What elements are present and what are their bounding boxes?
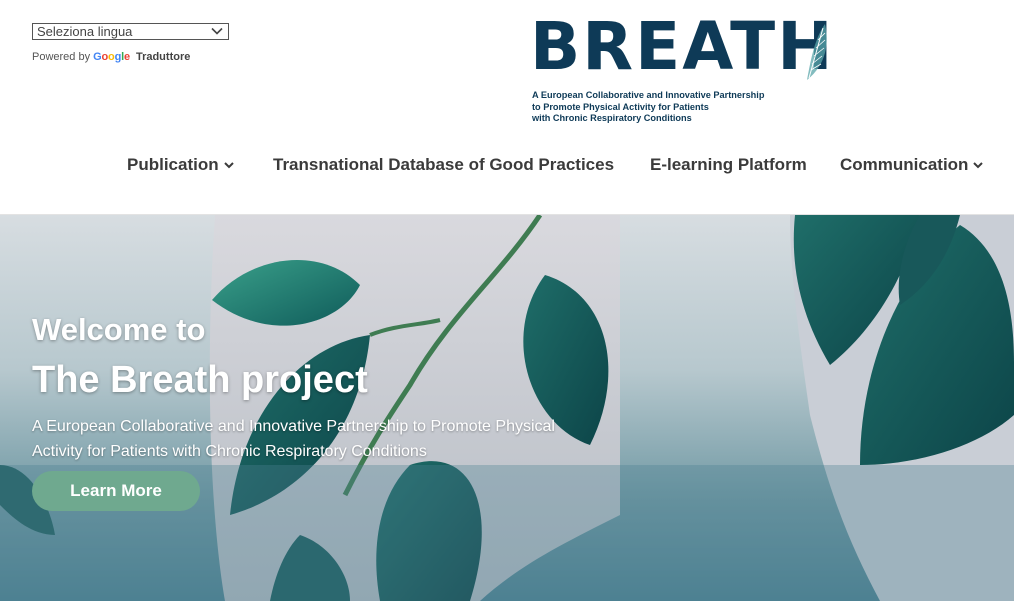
nav-item-elearning[interactable]: E-learning Platform <box>650 155 807 179</box>
powered-by-text: Powered by <box>32 51 91 63</box>
site-header: Seleziona lingua Powered by Google Tradu… <box>0 0 1014 215</box>
chevron-down-icon <box>973 162 984 169</box>
leaf-wing-icon <box>807 24 827 80</box>
language-select[interactable]: Seleziona lingua <box>32 23 229 40</box>
powered-by-google: Powered by Google Traduttore <box>32 51 190 63</box>
hero-subtitle: Welcome to <box>32 312 206 347</box>
tagline-line: to Promote Physical Activity for Patient… <box>532 101 709 112</box>
logo-tagline: A European Collaborative and Innovative … <box>532 90 792 125</box>
hero-description: A European Collaborative and Innovative … <box>32 418 555 460</box>
site-logo[interactable]: BREATH A European Collaborative and Inno… <box>530 14 832 129</box>
language-select-value: Seleziona lingua <box>37 24 133 39</box>
chevron-down-icon <box>223 162 234 169</box>
nav-item-label: Communication <box>840 155 969 174</box>
chevron-down-icon <box>211 27 223 35</box>
translate-link[interactable]: Traduttore <box>136 51 190 63</box>
nav-item-label: Publication <box>127 155 219 174</box>
hero-title: The Breath project <box>32 359 368 401</box>
tagline-line: A European Collaborative and Innovative … <box>532 90 765 100</box>
tagline-line: with Chronic Respiratory Conditions <box>532 113 692 123</box>
nav-item-communication[interactable]: Communication <box>840 155 984 179</box>
google-logo: Google <box>93 51 130 63</box>
learn-more-button[interactable]: Learn More <box>32 471 200 511</box>
logo-wordmark: BREATH <box>530 8 835 85</box>
nav-item-label: E-learning Platform <box>650 155 807 174</box>
nav-item-label: Transnational Database of Good Practices <box>273 155 615 174</box>
hero-banner: Welcome to The Breath project A European… <box>0 215 1014 601</box>
nav-item-good-practices[interactable]: Transnational Database of Good Practices <box>273 155 614 179</box>
hero-background-image <box>0 215 1014 601</box>
nav-item-publication[interactable]: Publication <box>127 155 234 179</box>
